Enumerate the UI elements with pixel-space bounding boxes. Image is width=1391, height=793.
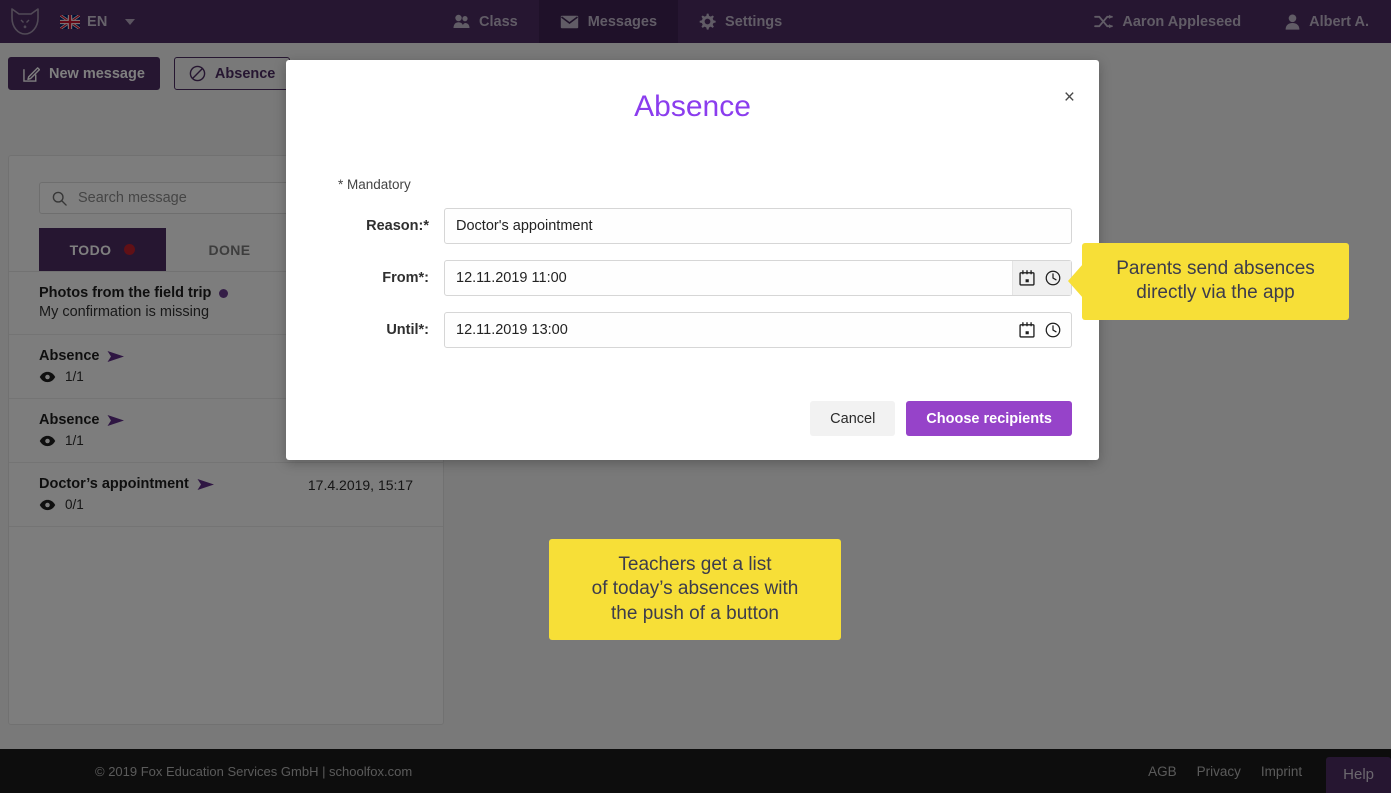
from-field[interactable]: 12.11.2019 11:00: [444, 260, 1072, 296]
calendar-icon[interactable]: [1019, 322, 1035, 338]
app-root: EN Class: [0, 0, 1391, 793]
from-label: From*:: [382, 270, 429, 286]
until-field-icons: [1013, 313, 1071, 347]
dialog-actions: Cancel Choose recipients: [810, 401, 1072, 436]
absence-dialog: Absence × * Mandatory Reason:* Doctor's …: [286, 60, 1099, 460]
callout-parents-line-1: Parents send absences: [1116, 258, 1315, 279]
choose-recipients-button[interactable]: Choose recipients: [906, 401, 1072, 436]
callout-parents-line-2: directly via the app: [1136, 282, 1295, 304]
mandatory-note: * Mandatory: [338, 177, 411, 192]
reason-label: Reason:*: [366, 218, 429, 234]
form-row-reason: Reason:* Doctor's appointment: [286, 208, 1099, 244]
callout-teachers-line-2: of today’s absences with: [591, 578, 799, 600]
callout-parents: Parents send absences directly via the a…: [1082, 243, 1349, 320]
calendar-icon[interactable]: [1019, 270, 1035, 286]
clock-icon[interactable]: [1045, 270, 1061, 286]
until-field[interactable]: 12.11.2019 13:00: [444, 312, 1072, 348]
cancel-button[interactable]: Cancel: [810, 401, 896, 436]
callout-teachers-line-1: Teachers get a list: [618, 554, 772, 575]
clock-icon[interactable]: [1045, 322, 1061, 338]
form-row-from: From*: 12.11.2019 11:00: [286, 260, 1099, 296]
callout-teachers: Teachers get a list of today’s absences …: [549, 539, 841, 640]
reason-field[interactable]: Doctor's appointment: [444, 208, 1072, 244]
from-field-icons: [1012, 261, 1071, 295]
until-value: 12.11.2019 13:00: [456, 322, 568, 338]
form-row-until: Until*: 12.11.2019 13:00: [286, 312, 1099, 348]
reason-value: Doctor's appointment: [456, 218, 593, 234]
close-icon[interactable]: ×: [1064, 88, 1075, 107]
until-label: Until*:: [386, 322, 429, 338]
dialog-title: Absence: [634, 90, 751, 123]
callout-teachers-line-3: the push of a button: [611, 602, 779, 624]
from-value: 12.11.2019 11:00: [456, 270, 567, 286]
